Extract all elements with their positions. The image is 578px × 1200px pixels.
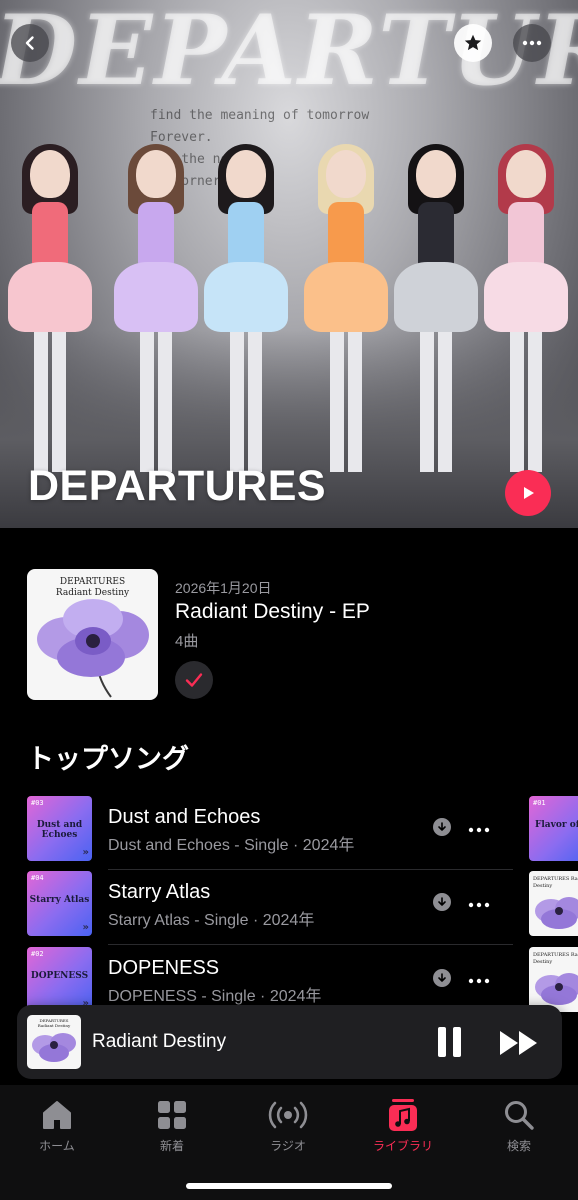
grid-icon — [158, 1101, 186, 1129]
song-more-button[interactable] — [468, 965, 490, 989]
tab-label: ラジオ — [270, 1139, 306, 1153]
download-arrow-icon — [438, 822, 446, 831]
ellipsis-icon — [468, 978, 490, 984]
release-title[interactable]: Radiant Destiny - EP — [175, 600, 370, 624]
song-artwork: #02 DOPENESS » — [27, 947, 92, 1012]
download-arrow-icon — [438, 973, 446, 982]
download-arrow-icon — [438, 897, 446, 906]
top-songs-heading[interactable]: トップソング — [27, 737, 189, 776]
play-artist-button[interactable] — [505, 470, 551, 516]
row-divider — [108, 944, 513, 945]
group-member-figure — [390, 144, 482, 480]
favorite-button[interactable] — [454, 24, 492, 62]
song-subtitle: Dust and Echoes - Single · 2024年 — [108, 837, 355, 854]
play-icon — [524, 487, 534, 499]
forward-icon — [500, 1031, 537, 1055]
tab-home[interactable]: ホーム — [7, 1097, 107, 1154]
song-subtitle: DOPENESS - Single · 2024年 — [108, 988, 322, 1005]
added-to-library-button[interactable] — [175, 661, 213, 699]
song-artwork-peek[interactable]: #01 Flavor of s — [529, 796, 578, 861]
tab-label: 検索 — [506, 1139, 531, 1153]
pause-icon — [453, 1027, 461, 1057]
download-button[interactable] — [433, 893, 451, 911]
artist-name: DEPARTURES — [28, 462, 327, 510]
tab-new[interactable]: 新着 — [122, 1097, 222, 1154]
chevron-left-icon — [25, 36, 34, 50]
hero-lyric-line: Forever. — [150, 130, 213, 145]
artwork-number: #02 — [31, 950, 44, 958]
song-artwork: #03 Dust and Echoes » — [27, 796, 92, 861]
ellipsis-icon — [522, 40, 542, 46]
song-title: Dust and Echoes — [108, 806, 261, 828]
ellipsis-icon — [468, 902, 490, 908]
artwork-label: Starry Atlas — [29, 895, 90, 905]
now-playing-title: Radiant Destiny — [92, 1031, 227, 1052]
row-divider — [108, 869, 513, 870]
tab-search[interactable]: 検索 — [469, 1097, 569, 1154]
song-row[interactable]: #04 Starry Atlas » Starry Atlas Starry A… — [27, 871, 517, 945]
group-member-figure — [200, 144, 292, 480]
artwork-number: #04 — [31, 874, 44, 882]
group-member-figure — [480, 144, 572, 480]
artist-hero: DEPARTURES find the meaning of tomorrow … — [0, 0, 578, 528]
song-row[interactable]: #03 Dust and Echoes » Dust and Echoes Du… — [27, 796, 517, 870]
download-button[interactable] — [433, 818, 451, 836]
release-date: 2026年1月20日 — [175, 580, 272, 596]
release-track-count: 4曲 — [175, 633, 199, 650]
download-button[interactable] — [433, 969, 451, 987]
latest-release-artwork[interactable]: DEPARTURES Radiant Destiny — [27, 569, 158, 700]
song-more-button[interactable] — [468, 889, 490, 913]
flower-artwork-icon — [535, 973, 578, 1005]
group-member-figure — [300, 144, 392, 480]
home-indicator[interactable] — [186, 1183, 392, 1189]
star-icon — [464, 34, 482, 51]
song-subtitle: Starry Atlas - Single · 2024年 — [108, 912, 315, 929]
checkmark-icon — [185, 673, 203, 687]
hero-lyric-line: find the meaning of tomorrow — [150, 108, 370, 123]
now-playing-artwork: DEPARTURES Radiant Destiny — [27, 1015, 81, 1069]
ellipsis-icon — [468, 827, 490, 833]
artwork-label: Flavor of s — [535, 820, 578, 830]
tab-label: 新着 — [159, 1139, 184, 1153]
artwork-label: DOPENESS — [30, 971, 89, 981]
song-title: DOPENESS — [108, 957, 220, 979]
tab-label: ホーム — [39, 1139, 75, 1153]
next-track-button[interactable] — [499, 1029, 541, 1057]
chevron-double-right-icon: » — [82, 922, 89, 933]
tab-radio[interactable]: ラジオ — [238, 1097, 338, 1154]
group-member-figure — [4, 144, 96, 480]
radio-icon — [268, 1101, 308, 1129]
tab-library[interactable]: ライブラリ — [353, 1097, 453, 1154]
flower-artwork-icon — [37, 599, 149, 698]
hero-logo-text: DEPARTURES — [0, 0, 578, 107]
flower-artwork-icon — [32, 1033, 76, 1062]
pause-icon — [438, 1027, 446, 1057]
home-icon — [43, 1101, 71, 1129]
back-button[interactable] — [11, 24, 49, 62]
more-options-button[interactable] — [513, 24, 551, 62]
song-artwork-peek[interactable]: DEPARTURES Radiant Destiny — [529, 947, 578, 1012]
mini-player[interactable]: DEPARTURES Radiant Destiny Radiant Desti… — [17, 1005, 562, 1079]
group-member-figure — [110, 144, 202, 480]
search-icon — [505, 1101, 534, 1130]
tab-label: ライブラリ — [372, 1139, 433, 1153]
artwork-label: Dust and Echoes — [36, 820, 83, 840]
song-title: Starry Atlas — [108, 881, 211, 903]
flower-artwork-icon — [535, 897, 578, 929]
music-library-icon — [389, 1099, 417, 1131]
song-artwork: #04 Starry Atlas » — [27, 871, 92, 936]
song-row[interactable]: #02 DOPENESS » DOPENESS DOPENESS - Singl… — [27, 947, 517, 1013]
artwork-number: #03 — [31, 799, 44, 807]
chevron-double-right-icon: » — [82, 847, 89, 858]
artwork-number: #01 — [533, 799, 546, 807]
pause-button[interactable] — [438, 1027, 462, 1057]
song-artwork-peek[interactable]: DEPARTURES Radiant Destiny — [529, 871, 578, 936]
song-more-button[interactable] — [468, 814, 490, 838]
